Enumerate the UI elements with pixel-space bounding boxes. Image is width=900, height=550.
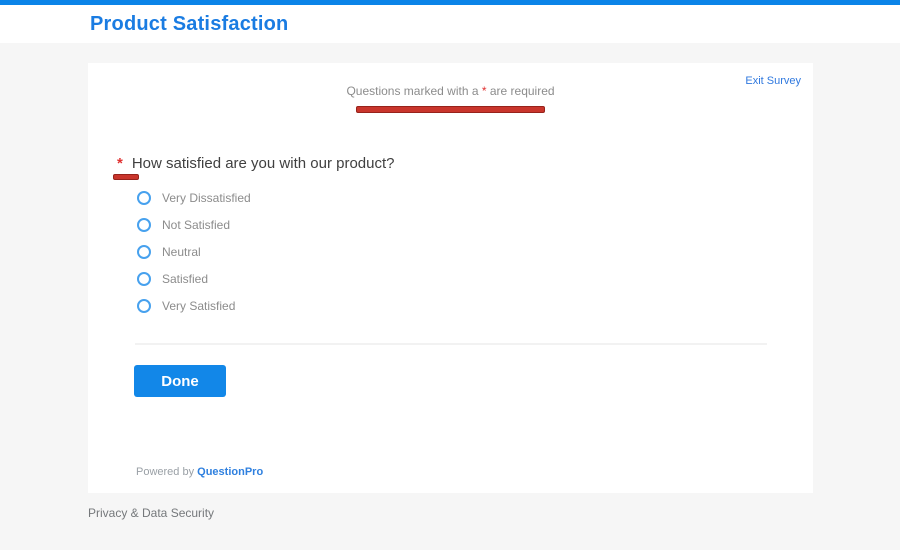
privacy-data-security-link[interactable]: Privacy & Data Security	[88, 506, 214, 520]
radio-icon[interactable]	[137, 190, 151, 205]
required-note: Questions marked with a * are required	[88, 84, 813, 98]
annotation-underline-required-note	[356, 106, 545, 113]
option-label: Neutral	[162, 244, 201, 259]
option-label: Not Satisfied	[162, 217, 231, 232]
powered-by: Powered by QuestionPro	[136, 466, 263, 478]
required-note-suffix: are required	[486, 84, 555, 98]
survey-card: Exit Survey Questions marked with a * ar…	[88, 63, 813, 493]
question-text: How satisfied are you with our product?	[131, 155, 395, 172]
radio-option-satisfied[interactable]: Satisfied	[137, 265, 251, 292]
radio-icon[interactable]	[137, 298, 151, 313]
page-title: Product Satisfaction	[90, 12, 289, 35]
option-label: Very Dissatisfied	[162, 190, 251, 205]
section-divider	[135, 343, 767, 345]
powered-by-prefix: Powered by	[136, 466, 198, 478]
radio-option-very-dissatisfied[interactable]: Very Dissatisfied	[137, 184, 251, 211]
question: * How satisfied are you with our product…	[117, 155, 394, 172]
required-asterisk: *	[117, 155, 123, 172]
radio-option-not-satisfied[interactable]: Not Satisfied	[137, 211, 251, 238]
radio-option-neutral[interactable]: Neutral	[137, 238, 251, 265]
page-header: Product Satisfaction	[0, 5, 900, 43]
required-note-prefix: Questions marked with a	[346, 84, 482, 98]
done-button[interactable]: Done	[134, 365, 226, 397]
radio-option-very-satisfied[interactable]: Very Satisfied	[137, 292, 251, 319]
option-label: Very Satisfied	[162, 298, 236, 313]
radio-icon[interactable]	[137, 271, 151, 286]
radio-icon[interactable]	[137, 244, 151, 259]
radio-option-group: Very Dissatisfied Not Satisfied Neutral …	[137, 184, 251, 319]
option-label: Satisfied	[162, 271, 209, 286]
questionpro-brand-link[interactable]: QuestionPro	[197, 466, 263, 478]
radio-icon[interactable]	[137, 217, 151, 232]
annotation-underline-asterisk	[113, 174, 139, 180]
